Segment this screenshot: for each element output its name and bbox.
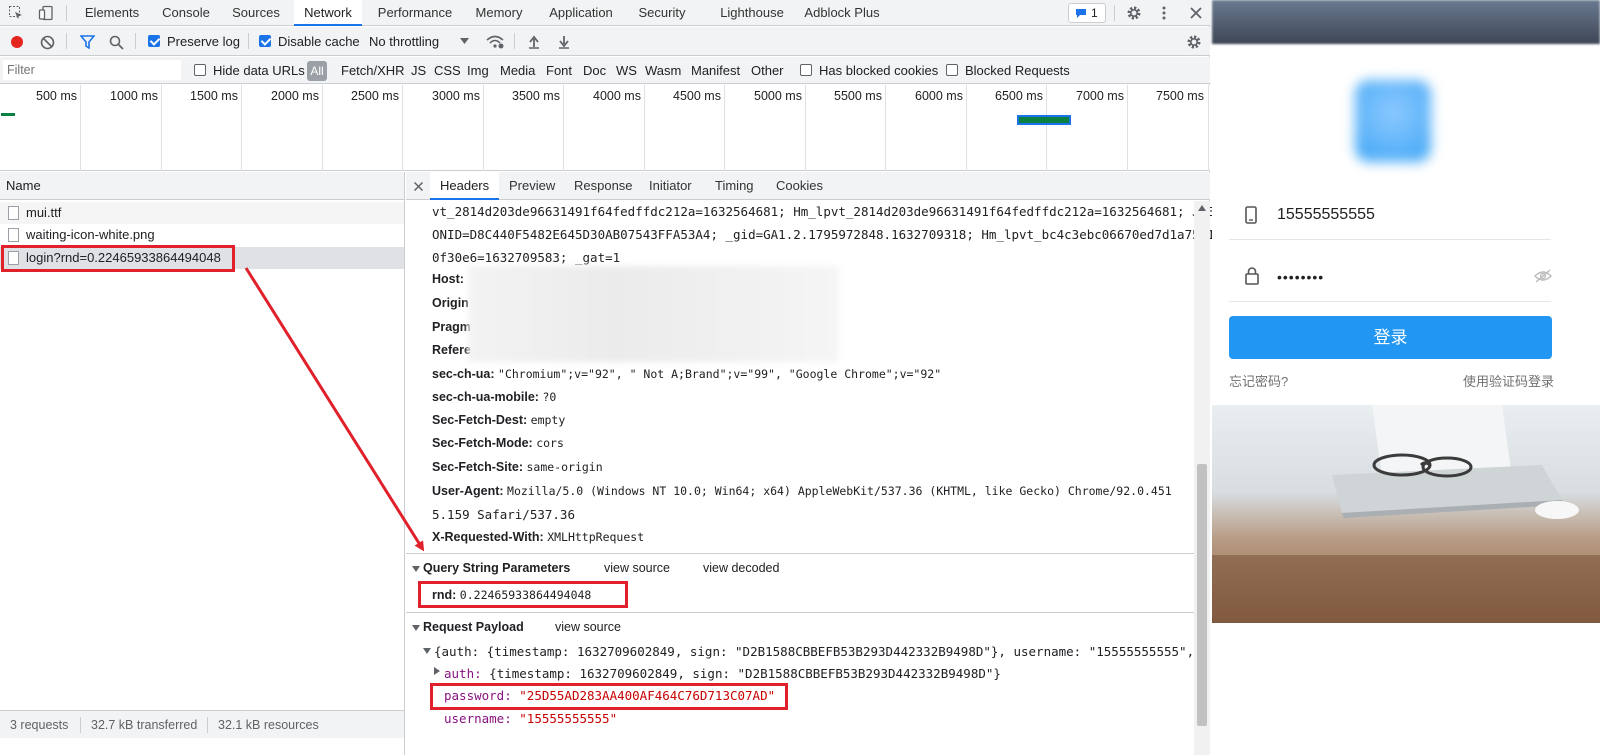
laptop-desk-photo <box>1212 405 1600 623</box>
phone-icon <box>1245 206 1257 224</box>
app-logo <box>1355 80 1431 162</box>
eye-off-icon[interactable] <box>1534 269 1552 283</box>
password-field[interactable]: •••••••• <box>1229 252 1552 302</box>
laptop-photo-illustration <box>1212 405 1600 623</box>
lock-icon <box>1245 267 1259 285</box>
forgot-password-link[interactable]: 忘记密码? <box>1229 371 1288 390</box>
login-button[interactable]: 登录 <box>1229 316 1552 359</box>
phone-field[interactable]: 15555555555 <box>1229 190 1551 240</box>
login-page: 15555555555 •••••••• 登录 忘记密码? 使用验证码登录 <box>1212 0 1600 755</box>
password-mask: •••••••• <box>1277 269 1325 285</box>
code-login-link[interactable]: 使用验证码登录 <box>1463 371 1554 390</box>
blurred-header <box>1212 0 1600 44</box>
phone-value: 15555555555 <box>1277 206 1375 223</box>
annotation-arrow <box>244 267 425 552</box>
devtools-panel: Elements Console Sources Network Perform… <box>0 0 1237 755</box>
